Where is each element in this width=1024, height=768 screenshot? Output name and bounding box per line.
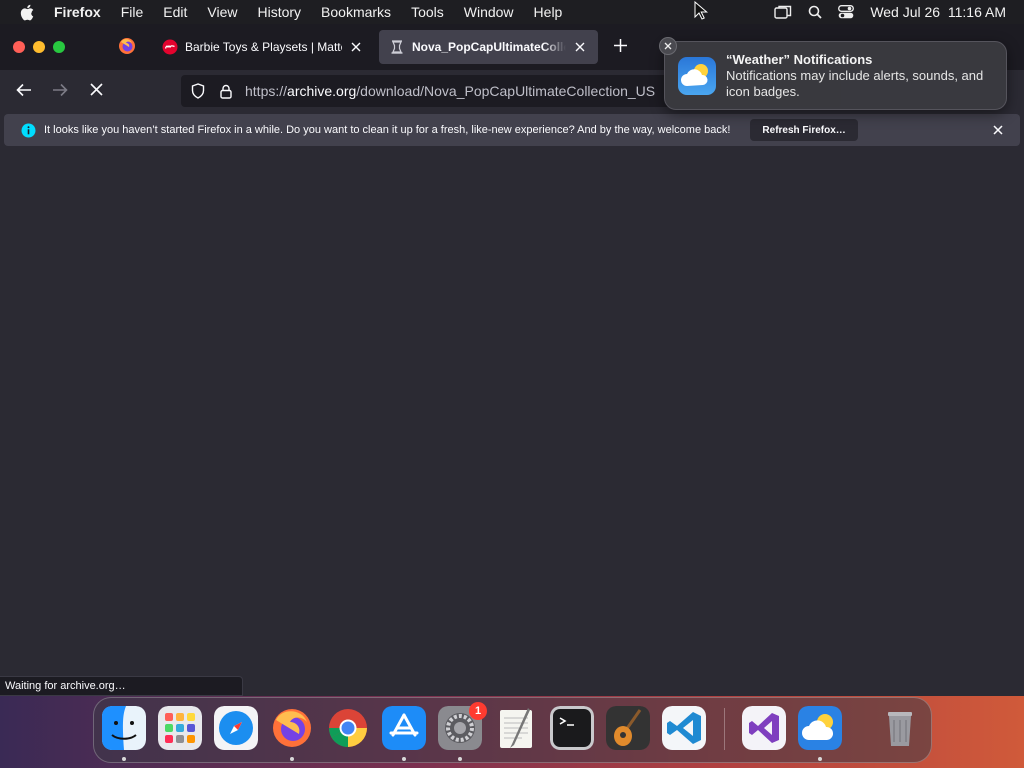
terminal-icon[interactable] <box>550 706 594 750</box>
arrow-left-icon <box>16 83 32 102</box>
close-window-button[interactable] <box>13 41 25 53</box>
stop-loading-button[interactable] <box>83 79 109 105</box>
trash-icon[interactable] <box>878 706 922 750</box>
apple-menu-icon[interactable] <box>18 3 36 21</box>
notification-close-button[interactable] <box>659 37 677 55</box>
close-icon <box>89 83 103 101</box>
chrome-icon[interactable] <box>326 706 370 750</box>
firefox-window: Barbie Toys & Playsets | Mattel Nova_Pop… <box>0 24 1024 696</box>
visual-studio-icon[interactable] <box>742 706 786 750</box>
app-store-icon[interactable] <box>382 706 426 750</box>
close-icon[interactable] <box>990 122 1006 138</box>
zoom-window-button[interactable] <box>53 41 65 53</box>
menu-bar: Firefox File Edit View History Bookmarks… <box>0 0 1024 24</box>
safari-icon[interactable] <box>214 706 258 750</box>
weather-app-icon <box>678 57 716 95</box>
menu-window[interactable]: Window <box>464 4 514 20</box>
pinned-tab-firefox[interactable] <box>110 32 144 64</box>
running-indicator <box>122 757 126 761</box>
tab-title: Nova_PopCapUltimateCollection_US <box>412 40 566 54</box>
running-indicator <box>818 757 822 761</box>
menu-view[interactable]: View <box>207 4 237 20</box>
page-content-area[interactable] <box>0 148 1024 696</box>
screen-mirroring-icon[interactable] <box>774 5 792 19</box>
url-path: /download/Nova_PopCapUltimateCollection_… <box>356 83 656 99</box>
weather-notification-banner[interactable]: “Weather” Notifications Notifications ma… <box>664 41 1007 110</box>
minimize-window-button[interactable] <box>33 41 45 53</box>
running-indicator <box>402 757 406 761</box>
menu-history[interactable]: History <box>257 4 301 20</box>
window-controls <box>13 41 65 53</box>
firefox-dock-icon[interactable] <box>270 706 314 750</box>
refresh-firefox-notification-bar: It looks like you haven’t started Firefo… <box>4 114 1020 146</box>
url-domain: archive.org <box>287 83 357 99</box>
menu-tools[interactable]: Tools <box>411 4 444 20</box>
tab-barbie[interactable]: Barbie Toys & Playsets | Mattel <box>152 30 374 64</box>
url-prefix: https:// <box>245 83 288 99</box>
dock-separator <box>724 708 725 750</box>
plus-icon <box>613 39 627 57</box>
new-tab-button[interactable] <box>610 38 630 58</box>
archive-org-icon <box>389 39 405 55</box>
tab-close-icon[interactable] <box>348 39 364 55</box>
notification-title: “Weather” Notifications <box>726 52 873 67</box>
info-icon <box>20 122 36 138</box>
launchpad-icon[interactable] <box>158 706 202 750</box>
dock: 1 <box>93 697 932 763</box>
firefox-icon <box>118 37 136 60</box>
status-panel: Waiting for archive.org… <box>0 676 243 696</box>
spotlight-search-icon[interactable] <box>808 5 822 19</box>
arrow-right-icon <box>52 83 68 102</box>
menu-help[interactable]: Help <box>534 4 563 20</box>
notification-body: Notifications may include alerts, sounds… <box>726 68 984 99</box>
control-center-icon[interactable] <box>838 5 855 19</box>
garageband-icon[interactable] <box>606 706 650 750</box>
menubar-clock[interactable]: Wed Jul 26 11:16 AM <box>870 4 1006 20</box>
menu-edit[interactable]: Edit <box>163 4 187 20</box>
visual-studio-code-icon[interactable] <box>662 706 706 750</box>
menu-file[interactable]: File <box>121 4 144 20</box>
menu-bookmarks[interactable]: Bookmarks <box>321 4 391 20</box>
forward-button[interactable] <box>47 79 73 105</box>
close-icon <box>664 37 672 55</box>
running-indicator <box>290 757 294 761</box>
notification-badge: 1 <box>469 702 487 720</box>
tab-title: Barbie Toys & Playsets | Mattel <box>185 40 342 54</box>
lock-icon[interactable] <box>217 82 235 100</box>
mattel-logo-icon <box>162 39 178 55</box>
tab-close-icon[interactable] <box>572 39 588 55</box>
mouse-cursor-icon <box>694 0 709 21</box>
finder-icon[interactable] <box>102 706 146 750</box>
menu-app-name[interactable]: Firefox <box>54 4 101 20</box>
weather-icon[interactable] <box>798 706 842 750</box>
tracking-protection-shield-icon[interactable] <box>189 82 207 100</box>
url-text: https://archive.org/download/Nova_PopCap… <box>245 83 655 99</box>
tab-archive-active[interactable]: Nova_PopCapUltimateCollection_US <box>379 30 598 64</box>
textedit-icon[interactable] <box>494 706 538 750</box>
running-indicator <box>458 757 462 761</box>
back-button[interactable] <box>11 79 37 105</box>
infobar-message: It looks like you haven’t started Firefo… <box>44 124 731 136</box>
refresh-firefox-button[interactable]: Refresh Firefox… <box>750 119 858 141</box>
